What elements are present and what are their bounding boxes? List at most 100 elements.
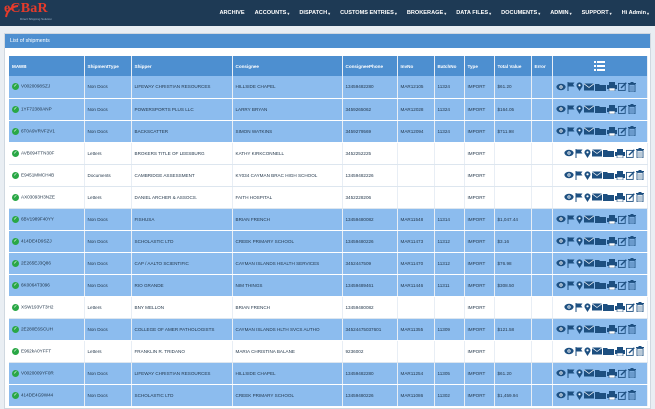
folder-icon[interactable] — [594, 105, 606, 113]
printer-icon[interactable] — [606, 258, 617, 268]
location-pin-icon[interactable] — [584, 302, 591, 312]
nav-customs-entries[interactable]: CUSTOMS ENTRIES ▾ — [340, 10, 397, 16]
table-row[interactable]: ✓ 6K0064T3096 Non Docs RIO GRANDE NIM THINGS… — [9, 274, 648, 297]
edit-icon[interactable] — [625, 170, 635, 180]
location-pin-icon[interactable] — [576, 126, 583, 136]
flag-icon[interactable] — [567, 126, 575, 136]
column-header[interactable]: Error — [531, 56, 553, 76]
printer-icon[interactable] — [606, 390, 617, 400]
edit-icon[interactable] — [617, 368, 627, 378]
flag-icon[interactable] — [567, 258, 575, 268]
nav-support[interactable]: SUPPORT ▾ — [582, 10, 612, 16]
flag-icon[interactable] — [575, 302, 583, 312]
folder-icon[interactable] — [594, 83, 606, 91]
folder-icon[interactable] — [602, 303, 614, 311]
location-pin-icon[interactable] — [576, 82, 583, 92]
edit-icon[interactable] — [617, 324, 627, 334]
eye-icon[interactable] — [555, 127, 566, 135]
envelope-icon[interactable] — [583, 83, 594, 91]
printer-icon[interactable] — [606, 104, 617, 114]
eye-icon[interactable] — [563, 347, 574, 355]
envelope-icon[interactable] — [583, 259, 594, 267]
printer-icon[interactable] — [606, 324, 617, 334]
trash-icon[interactable] — [635, 346, 644, 356]
table-row[interactable]: ✓ E9451MMCH4B Documents CAMBRIDGE ASSESSMEN… — [9, 164, 648, 187]
table-row[interactable]: ✓ 6T0A9VRVF2V1 Non Docs BACKSCATTER SIMON WA… — [9, 120, 648, 143]
table-row[interactable]: ✓ 2E265EJ3Q86 Non Docs CAP / AALTO SCIENTIF… — [9, 252, 648, 275]
folder-icon[interactable] — [594, 215, 606, 223]
column-header[interactable]: BatchNo — [434, 56, 465, 76]
trash-icon[interactable] — [627, 390, 636, 400]
folder-icon[interactable] — [594, 259, 606, 267]
trash-icon[interactable] — [635, 170, 644, 180]
printer-icon[interactable] — [606, 280, 617, 290]
eye-icon[interactable] — [555, 259, 566, 267]
edit-icon[interactable] — [617, 214, 627, 224]
column-header[interactable]: Consignee — [232, 56, 343, 76]
printer-icon[interactable] — [614, 302, 625, 312]
trash-icon[interactable] — [627, 81, 636, 92]
location-pin-icon[interactable] — [576, 324, 583, 334]
flag-icon[interactable] — [575, 192, 583, 202]
eye-icon[interactable] — [563, 171, 574, 179]
nav-admin[interactable]: ADMIN ▾ — [550, 10, 571, 16]
location-pin-icon[interactable] — [576, 214, 583, 224]
envelope-icon[interactable] — [591, 149, 602, 157]
edit-icon[interactable] — [617, 126, 627, 136]
eye-icon[interactable] — [563, 303, 574, 311]
flag-icon[interactable] — [567, 368, 575, 378]
envelope-icon[interactable] — [583, 237, 594, 245]
printer-icon[interactable] — [614, 148, 625, 158]
folder-icon[interactable] — [602, 347, 614, 355]
folder-icon[interactable] — [594, 391, 606, 399]
envelope-icon[interactable] — [583, 369, 594, 377]
location-pin-icon[interactable] — [576, 104, 583, 114]
flag-icon[interactable] — [567, 104, 575, 114]
nav-documents[interactable]: DOCUMENTS ▾ — [501, 10, 540, 16]
edit-icon[interactable] — [617, 280, 627, 290]
printer-icon[interactable] — [614, 192, 625, 202]
edit-icon[interactable] — [625, 346, 635, 356]
list-menu-icon[interactable] — [594, 61, 605, 71]
eye-icon[interactable] — [563, 193, 574, 201]
eye-icon[interactable] — [563, 149, 574, 157]
printer-icon[interactable] — [606, 82, 617, 92]
flag-icon[interactable] — [567, 82, 575, 92]
location-pin-icon[interactable] — [584, 192, 591, 202]
flag-icon[interactable] — [575, 346, 583, 356]
eye-icon[interactable] — [555, 215, 566, 223]
trash-icon[interactable] — [627, 236, 636, 246]
trash-icon[interactable] — [627, 214, 636, 224]
edit-icon[interactable] — [617, 258, 627, 268]
trash-icon[interactable] — [627, 324, 636, 334]
location-pin-icon[interactable] — [576, 258, 583, 268]
edit-icon[interactable] — [617, 236, 627, 246]
column-header[interactable]: InvNo — [397, 56, 435, 76]
folder-icon[interactable] — [602, 171, 614, 179]
location-pin-icon[interactable] — [584, 346, 591, 356]
column-header[interactable]: ShipmentType — [84, 56, 132, 76]
trash-icon[interactable] — [627, 280, 636, 290]
eye-icon[interactable] — [555, 237, 566, 245]
flag-icon[interactable] — [567, 324, 575, 334]
envelope-icon[interactable] — [583, 105, 594, 113]
edit-icon[interactable] — [625, 148, 635, 158]
table-row[interactable]: ✓ V0020098SZJ Non Docs LIFEWAY CHRISTIAN RE… — [9, 76, 648, 99]
eye-icon[interactable] — [555, 369, 566, 377]
flag-icon[interactable] — [567, 214, 575, 224]
eye-icon[interactable] — [555, 83, 566, 91]
flag-icon[interactable] — [575, 148, 583, 158]
folder-icon[interactable] — [594, 325, 606, 333]
brand-logo[interactable]: eCBaR Direct Shipping Solution — [4, 1, 64, 23]
trash-icon[interactable] — [627, 104, 636, 114]
printer-icon[interactable] — [606, 236, 617, 246]
folder-icon[interactable] — [594, 127, 606, 135]
folder-icon[interactable] — [594, 237, 606, 245]
trash-icon[interactable] — [627, 258, 636, 268]
trash-icon[interactable] — [635, 302, 644, 312]
column-header[interactable]: Total Value — [494, 56, 532, 76]
trash-icon[interactable] — [627, 368, 636, 378]
edit-icon[interactable] — [625, 302, 635, 312]
edit-icon[interactable] — [625, 192, 635, 202]
trash-icon[interactable] — [627, 126, 636, 136]
